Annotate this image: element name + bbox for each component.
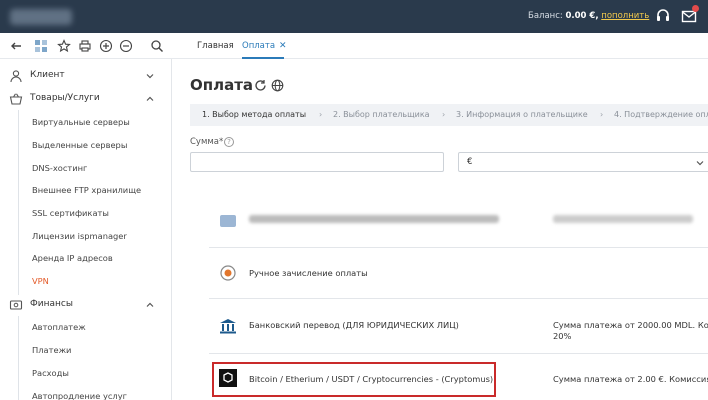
sidebar-item-ip-rent[interactable]: Аренда IP адресов bbox=[32, 253, 113, 263]
sidebar-section-label: Клиент bbox=[30, 70, 65, 80]
sidebar-item-ftp-storage[interactable]: Внешнее FTP хранилище bbox=[32, 185, 141, 195]
tab-bar: Главная Оплата ✕ bbox=[172, 33, 708, 59]
notification-badge bbox=[692, 5, 699, 12]
step-4: 4. Подтверждение оплаты bbox=[614, 110, 708, 119]
sidebar-item-dns-hosting[interactable]: DNS-хостинг bbox=[32, 163, 87, 173]
divider bbox=[18, 316, 19, 400]
active-tab-indicator bbox=[242, 57, 284, 59]
sum-input[interactable] bbox=[190, 152, 444, 172]
payment-method-row[interactable]: Ручное зачисление оплаты bbox=[209, 248, 708, 299]
remove-icon[interactable] bbox=[119, 39, 133, 53]
user-icon bbox=[10, 70, 22, 83]
top-bar: Баланс: 0.00 €, пополнить bbox=[0, 0, 708, 33]
sidebar-section-finance[interactable]: Финансы bbox=[0, 294, 171, 316]
sidebar-item-dedicated-servers[interactable]: Выделенные серверы bbox=[32, 140, 127, 150]
payment-method-name: Банковский перевод (ДЛЯ ЮРИДИЧЕСКИХ ЛИЦ) bbox=[249, 320, 459, 330]
back-icon[interactable] bbox=[9, 39, 23, 53]
sidebar: Клиент Товары/Услуги Виртуальные серверы… bbox=[0, 59, 172, 400]
balance-amount: 0.00 €, bbox=[565, 11, 599, 21]
sidebar-toolbar bbox=[0, 33, 172, 59]
highlight-box bbox=[212, 362, 496, 397]
printer-icon[interactable] bbox=[78, 39, 92, 53]
sidebar-section-goods[interactable]: Товары/Услуги bbox=[0, 88, 171, 110]
basket-icon bbox=[9, 93, 23, 105]
sum-label: Сумма* bbox=[190, 137, 224, 147]
logo[interactable] bbox=[10, 9, 72, 25]
chevron-down-icon bbox=[696, 161, 704, 166]
currency-value: € bbox=[467, 157, 473, 167]
globe-icon[interactable] bbox=[271, 79, 284, 92]
balance-info: Баланс: 0.00 €, пополнить bbox=[528, 11, 649, 21]
divider bbox=[18, 110, 19, 295]
mail-button[interactable] bbox=[681, 5, 699, 24]
sidebar-item-vpn[interactable]: VPN bbox=[32, 276, 49, 286]
sidebar-item-virtual-servers[interactable]: Виртуальные серверы bbox=[32, 117, 130, 127]
sidebar-item-payments[interactable]: Платежи bbox=[32, 345, 71, 355]
star-icon[interactable] bbox=[57, 39, 71, 53]
sidebar-item-autopay[interactable]: Автоплатеж bbox=[32, 322, 86, 332]
grid-icon[interactable] bbox=[34, 39, 48, 53]
sidebar-item-ssl[interactable]: SSL сертификаты bbox=[32, 208, 109, 218]
payment-method-name: Ручное зачисление оплаты bbox=[249, 268, 368, 278]
sidebar-section-client[interactable]: Клиент bbox=[0, 65, 171, 87]
bank-icon bbox=[220, 319, 236, 334]
sidebar-item-expenses[interactable]: Расходы bbox=[32, 368, 69, 378]
chevron-down-icon bbox=[146, 74, 154, 79]
step-3: 3. Информация о плательщике bbox=[456, 110, 588, 119]
payment-method-desc: Сумма платежа от 2000.00 MDL. Комиссия bbox=[553, 320, 708, 330]
add-icon[interactable] bbox=[99, 39, 113, 53]
blurred-method-desc bbox=[553, 215, 693, 223]
step-1: 1. Выбор метода оплаты bbox=[202, 110, 307, 119]
page-title: Оплата bbox=[190, 76, 254, 94]
refresh-icon[interactable] bbox=[254, 79, 267, 92]
payment-method-row[interactable]: Банковский перевод (ДЛЯ ЮРИДИЧЕСКИХ ЛИЦ)… bbox=[209, 299, 708, 354]
balance-label: Баланс: bbox=[528, 11, 563, 21]
tab-home[interactable]: Главная bbox=[197, 41, 234, 51]
tab-payment[interactable]: Оплата bbox=[242, 41, 275, 51]
wizard-steps: 1. Выбор метода оплаты › 2. Выбор плател… bbox=[190, 104, 708, 126]
close-icon[interactable]: ✕ bbox=[279, 41, 287, 51]
payment-method-desc: Сумма платежа от 2.00 €. Комиссия 5 bbox=[553, 374, 708, 384]
chevron-up-icon bbox=[146, 302, 154, 307]
bank-card-icon bbox=[220, 215, 236, 227]
payment-method-row[interactable] bbox=[209, 194, 708, 248]
payment-method-commission: 20% bbox=[553, 331, 572, 341]
step-2: 2. Выбор плательщика bbox=[333, 110, 430, 119]
chevron-right-icon: › bbox=[319, 110, 323, 119]
headset-icon[interactable] bbox=[655, 8, 671, 24]
sidebar-section-label: Финансы bbox=[30, 299, 73, 309]
help-icon[interactable]: ? bbox=[224, 137, 234, 147]
currency-select[interactable]: € bbox=[458, 152, 708, 172]
chevron-right-icon: › bbox=[600, 110, 604, 119]
chevron-up-icon bbox=[146, 96, 154, 101]
blurred-method-name bbox=[249, 215, 499, 223]
topup-link[interactable]: пополнить bbox=[601, 11, 649, 21]
search-icon[interactable] bbox=[150, 39, 164, 53]
sidebar-item-autorenew[interactable]: Автопродление услуг bbox=[32, 391, 127, 400]
finance-icon bbox=[9, 300, 23, 310]
wallet-icon bbox=[220, 265, 236, 281]
chevron-right-icon: › bbox=[442, 110, 446, 119]
sidebar-section-label: Товары/Услуги bbox=[30, 93, 100, 103]
sidebar-item-ispmanager[interactable]: Лицензии ispmanager bbox=[32, 231, 127, 241]
